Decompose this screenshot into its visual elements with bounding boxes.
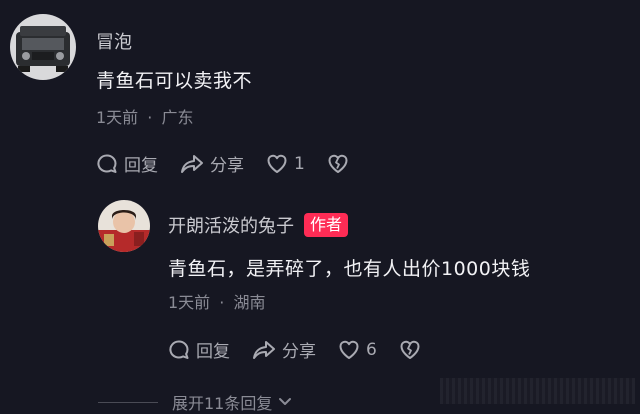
reply-button[interactable]: 回复: [168, 337, 230, 362]
reply-actions: 回复 分享 6: [168, 337, 443, 362]
reply-meta: 1天前 · 湖南: [168, 289, 265, 313]
reply-location: 湖南: [233, 293, 266, 312]
reply-username[interactable]: 开朗活泼的兔子: [168, 212, 294, 238]
like-button[interactable]: 6: [338, 339, 377, 361]
author-badge: 作者: [304, 213, 349, 237]
avatar-commenter-2[interactable]: [98, 200, 150, 252]
watermark: [440, 378, 635, 404]
broken-heart-icon: [327, 153, 349, 175]
reply-label: 回复: [124, 156, 158, 176]
meta-separator: ·: [147, 108, 153, 127]
share-label: 分享: [282, 342, 316, 362]
dislike-button[interactable]: [327, 153, 349, 175]
comment-username[interactable]: 冒泡: [96, 28, 132, 54]
like-count: 1: [294, 153, 305, 174]
comment-location: 广东: [161, 108, 194, 127]
share-arrow-icon: [180, 153, 204, 175]
reply-time: 1天前: [168, 293, 211, 312]
share-button[interactable]: 分享: [252, 337, 316, 362]
comment-time: 1天前: [96, 108, 139, 127]
avatar-commenter-1[interactable]: [10, 14, 76, 80]
broken-heart-icon: [399, 339, 421, 361]
comment-actions: 回复 分享 1: [96, 151, 371, 176]
chevron-down-icon: [278, 397, 292, 407]
divider-line: [98, 401, 158, 403]
expand-replies-label: 展开11条回复: [172, 394, 273, 413]
reply-header: 开朗活泼的兔子 作者: [168, 212, 349, 238]
heart-outline-icon: [266, 153, 288, 175]
speech-bubble-icon: [96, 153, 118, 175]
share-arrow-icon: [252, 339, 276, 361]
share-button[interactable]: 分享: [180, 151, 244, 176]
reply-text: 青鱼石，是弄碎了，也有人出价1000块钱: [168, 258, 531, 280]
comment-meta: 1天前 · 广东: [96, 104, 193, 128]
reply-button[interactable]: 回复: [96, 151, 158, 176]
like-button[interactable]: 1: [266, 153, 305, 175]
heart-outline-icon: [338, 339, 360, 361]
reply-label: 回复: [196, 342, 230, 362]
share-label: 分享: [210, 156, 244, 176]
dislike-button[interactable]: [399, 339, 421, 361]
meta-separator: ·: [219, 293, 225, 312]
comment-text: 青鱼石可以卖我不: [96, 70, 253, 92]
like-count: 6: [366, 339, 377, 360]
expand-replies-button[interactable]: 展开11条回复: [98, 390, 292, 414]
speech-bubble-icon: [168, 339, 190, 361]
